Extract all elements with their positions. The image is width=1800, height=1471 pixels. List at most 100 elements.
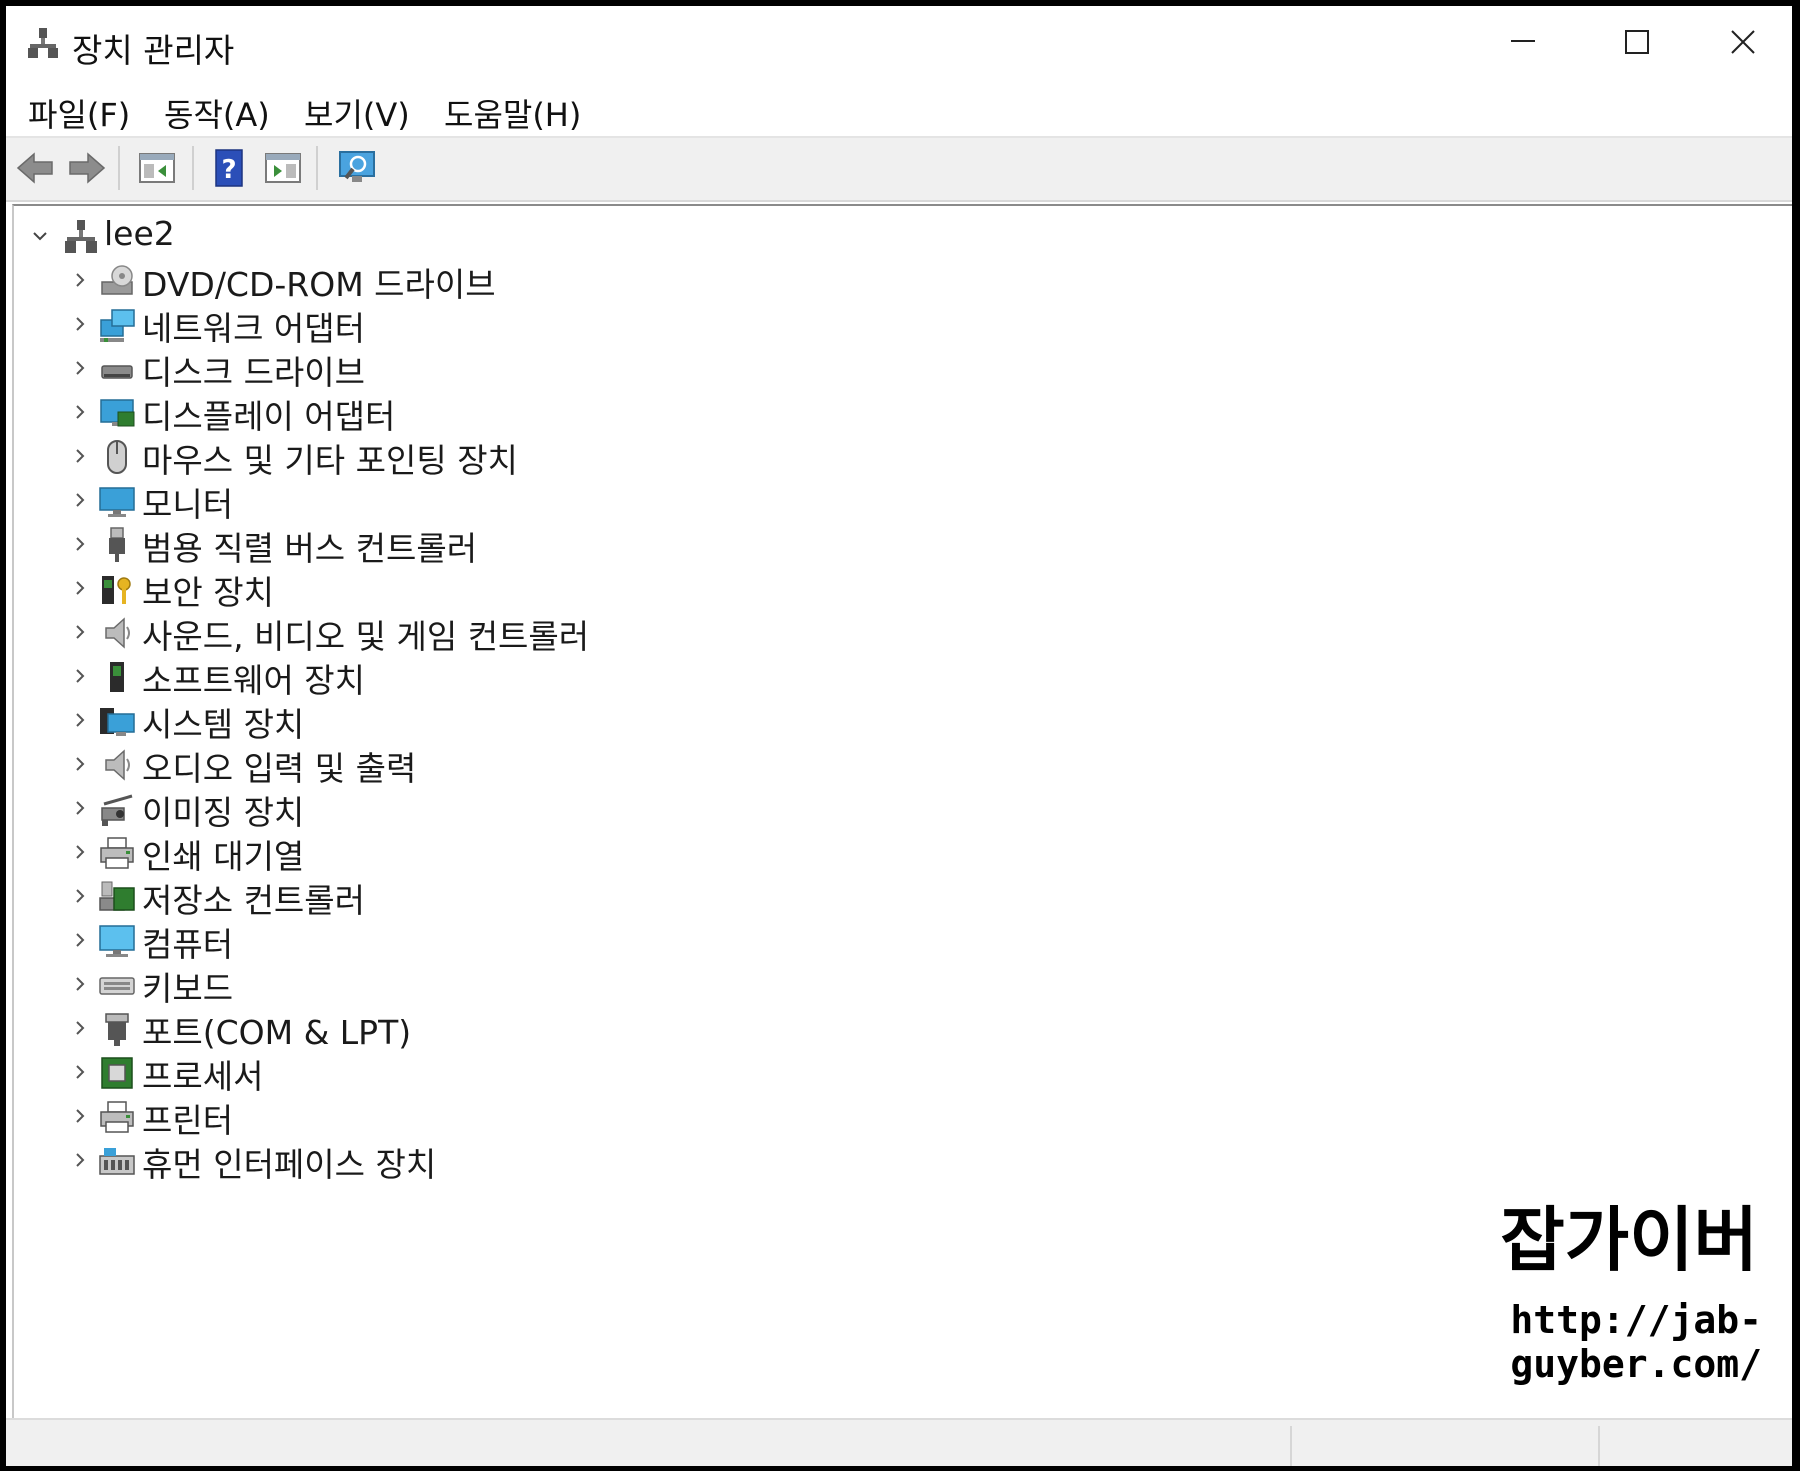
tree-item-label: 네트워크 어댑터 [142,309,366,348]
tree-item[interactable]: 인쇄 대기열 [14,828,1014,876]
menu-file[interactable]: 파일(F) [28,90,130,136]
tree-item-label: 프로세서 [142,1057,264,1096]
tree-item-label: 보안 장치 [142,573,274,612]
toolbar-separator [316,146,318,190]
status-separator [1598,1426,1600,1466]
tree-item-label: 키보드 [142,969,234,1008]
chevron-right-icon[interactable] [70,666,90,686]
tree-item[interactable]: 키보드 [14,960,1014,1008]
mouse-icon [107,440,127,474]
chevron-right-icon[interactable] [70,1062,90,1082]
tree-item-label: DVD/CD-ROM 드라이브 [142,265,496,304]
tree-item-label: 디스크 드라이브 [142,353,366,392]
chevron-right-icon[interactable] [70,1150,90,1170]
processor-icon [101,1057,133,1089]
action-pane-button[interactable] [262,148,304,188]
tree-item[interactable]: 컴퓨터 [14,916,1014,964]
chevron-right-icon[interactable] [70,798,90,818]
tree-item[interactable]: 마우스 및 기타 포인팅 장치 [14,432,1014,480]
tree-item-label: 인쇄 대기열 [142,837,305,876]
device-manager-window: 장치 관리자 파일(F) 동작(A) 보기(V) 도움말(H) ? lee2 D… [6,6,1792,1466]
tree-item-label: 저장소 컨트롤러 [142,881,366,920]
toolbar-separator [192,146,194,190]
tree-item[interactable]: 포트(COM & LPT) [14,1004,1014,1052]
chevron-right-icon[interactable] [70,534,90,554]
forward-button[interactable] [66,148,108,188]
chevron-right-icon[interactable] [70,1018,90,1038]
help-button[interactable]: ? [208,148,250,188]
title-bar: 장치 관리자 [6,6,1792,78]
tree-node-root[interactable]: lee2 [14,212,1014,260]
chevron-right-icon[interactable] [70,1106,90,1126]
tree-item[interactable]: 소프트웨어 장치 [14,652,1014,700]
tree-item[interactable]: 프린터 [14,1092,1014,1140]
tree-item-label: 마우스 및 기타 포인팅 장치 [142,441,518,480]
chevron-right-icon[interactable] [70,270,90,290]
forward-arrow-icon [69,152,106,184]
tree-item[interactable]: 시스템 장치 [14,696,1014,744]
tree-item[interactable]: 디스크 드라이브 [14,344,1014,392]
toolbar: ? [6,136,1792,202]
tree-item[interactable]: 모니터 [14,476,1014,524]
tree-item-label: 포트(COM & LPT) [142,1013,412,1052]
status-bar [6,1418,1792,1466]
chevron-right-icon[interactable] [70,886,90,906]
tree-item-label: 디스플레이 어댑터 [142,397,396,436]
tree-item[interactable]: 저장소 컨트롤러 [14,872,1014,920]
chevron-right-icon[interactable] [70,402,90,422]
chevron-right-icon[interactable] [70,842,90,862]
watermark-url: http://jab-guyber.com/ [1510,1298,1762,1386]
tree-item-label: 프린터 [142,1101,234,1140]
chevron-down-icon[interactable] [30,226,50,246]
menu-view[interactable]: 보기(V) [304,90,410,136]
port-icon [105,1013,129,1046]
chevron-right-icon[interactable] [70,754,90,774]
tree-item-label: 오디오 입력 및 출력 [142,749,417,788]
menu-help[interactable]: 도움말(H) [444,90,581,136]
window-title: 장치 관리자 [72,31,235,70]
chevron-right-icon[interactable] [70,710,90,730]
tree-item[interactable]: 오디오 입력 및 출력 [14,740,1014,788]
svg-text:?: ? [221,155,236,185]
close-button[interactable] [1690,6,1792,78]
tree-item[interactable]: 이미징 장치 [14,784,1014,832]
watermark-title: 잡가이버 [1500,1199,1758,1281]
scan-hardware-button[interactable] [336,148,378,188]
chevron-right-icon[interactable] [70,622,90,642]
tree-item[interactable]: 보안 장치 [14,564,1014,612]
action-pane-icon [265,153,301,183]
chevron-right-icon[interactable] [70,314,90,334]
tree-item-label: 시스템 장치 [142,705,305,744]
back-arrow-icon [16,152,53,184]
security-device-icon [102,576,131,604]
system-device-icon [100,708,135,736]
toolbar-separator [118,146,120,190]
chevron-right-icon[interactable] [70,490,90,510]
tree-item[interactable]: 네트워크 어댑터 [14,300,1014,348]
menu-action[interactable]: 동작(A) [164,90,270,136]
show-hide-console-tree-button[interactable] [136,148,178,188]
tree-item-label: 휴먼 인터페이스 장치 [142,1145,437,1184]
chevron-right-icon[interactable] [70,974,90,994]
hid-icon [99,1148,135,1175]
device-manager-icon [28,28,58,58]
tree-item[interactable]: 범용 직렬 버스 컨트롤러 [14,520,1014,568]
maximize-button[interactable] [1584,6,1690,78]
chevron-right-icon[interactable] [70,578,90,598]
tree-item[interactable]: 휴먼 인터페이스 장치 [14,1136,1014,1184]
back-button[interactable] [14,148,56,188]
chevron-right-icon[interactable] [70,358,90,378]
keyboard-icon [99,977,135,995]
tree-item[interactable]: 프로세서 [14,1048,1014,1096]
tree-item-label: 범용 직렬 버스 컨트롤러 [142,529,478,568]
tree-item-label: 컴퓨터 [142,925,234,964]
chevron-right-icon[interactable] [70,446,90,466]
tree-item[interactable]: 사운드, 비디오 및 게임 컨트롤러 [14,608,1014,656]
status-separator [1290,1426,1292,1466]
display-adapter-icon [100,399,135,427]
chevron-right-icon[interactable] [70,930,90,950]
tree-item[interactable]: DVD/CD-ROM 드라이브 [14,256,1014,304]
minimize-button[interactable] [1470,6,1576,78]
tree-item[interactable]: 디스플레이 어댑터 [14,388,1014,436]
tree-node-root-label: lee2 [104,214,175,253]
